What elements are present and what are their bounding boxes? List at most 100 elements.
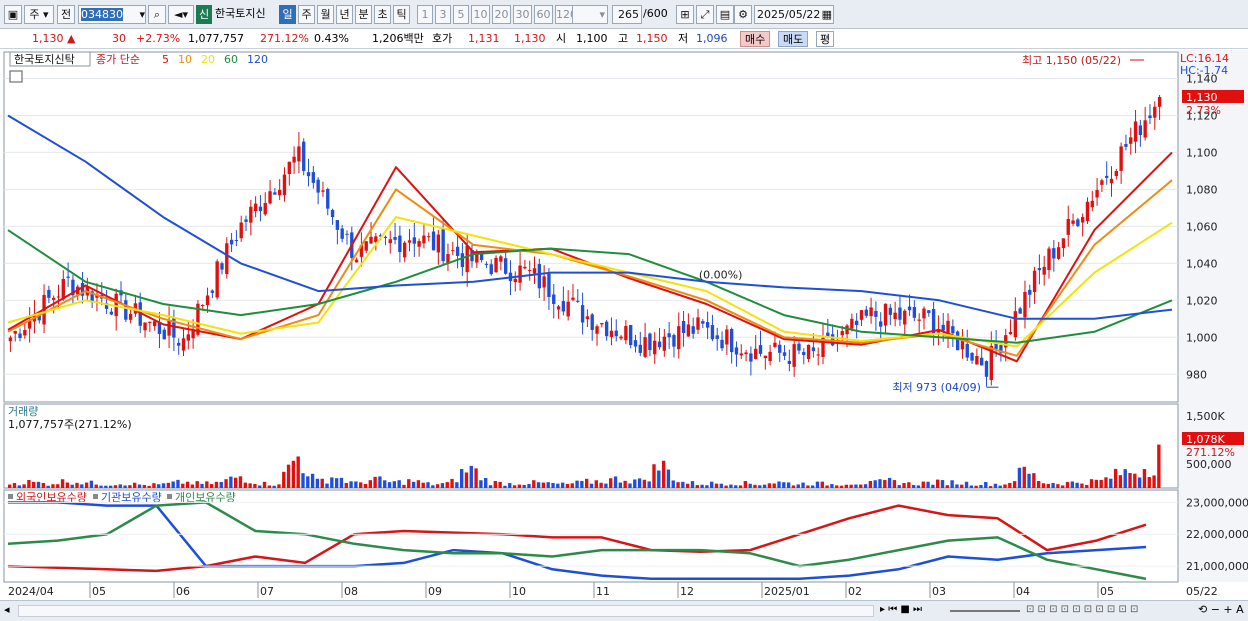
volume-bar: [1157, 444, 1161, 488]
zoom-slider[interactable]: [950, 610, 1020, 612]
playback-controls[interactable]: ▸ ⏮ ■ ⏭: [880, 602, 922, 618]
interval-button-20[interactable]: 20: [492, 5, 511, 24]
volume-bar: [835, 485, 839, 488]
interval-button-1[interactable]: 1: [417, 5, 433, 24]
candle-body: [619, 336, 623, 339]
market-select[interactable]: 주 ▾: [24, 5, 54, 24]
prefix-button[interactable]: 전: [57, 5, 75, 24]
candle-body: [970, 353, 974, 361]
candle-body: [763, 355, 767, 359]
average-button[interactable]: 평: [816, 31, 835, 47]
stock-chart-svg[interactable]: 9801,0001,0201,0401,0601,0801,1001,1201,…: [0, 50, 1248, 600]
candle-body: [1124, 144, 1128, 147]
candle-body: [1095, 190, 1099, 198]
candle-body: [465, 245, 469, 273]
scroll-track[interactable]: [18, 605, 874, 617]
scroll-left-icon[interactable]: ◂: [4, 602, 10, 618]
candle-body: [1105, 175, 1109, 178]
candle-body: [1090, 200, 1094, 208]
interval-select[interactable]: ▾: [572, 5, 608, 24]
count-input[interactable]: 265: [612, 5, 642, 24]
month-label: 04: [1016, 585, 1030, 598]
candle-body: [66, 276, 70, 278]
period-tab-4[interactable]: 분: [355, 5, 372, 24]
gear-icon[interactable]: ⚙: [734, 5, 752, 24]
candle-body: [229, 239, 234, 245]
candle-body: [56, 296, 61, 298]
candle-body: [124, 300, 128, 320]
volume-bar: [642, 479, 647, 488]
drawing-tools[interactable]: ⊡ ⊡ ⊡ ⊡ ⊡ ⊡ ⊡ ⊡ ⊡ ⊡: [1026, 602, 1138, 618]
volume-bar: [1137, 477, 1142, 488]
volume-bar: [565, 483, 570, 488]
volume-bar: [407, 479, 411, 488]
interval-button-10[interactable]: 10: [471, 5, 490, 24]
candle-body: [1100, 180, 1104, 185]
volume-bar: [51, 484, 55, 488]
save-icon[interactable]: ▤: [716, 5, 734, 24]
period-tab-1[interactable]: 주: [298, 5, 315, 24]
sell-button[interactable]: 매도: [778, 31, 809, 47]
volume-bar: [315, 478, 320, 488]
candle-body: [744, 352, 748, 355]
volume-bar: [296, 456, 300, 488]
candle-body: [503, 258, 508, 274]
candle-body: [330, 209, 335, 218]
date-end-label: 05/22: [1186, 585, 1218, 598]
volume-bar: [368, 480, 372, 488]
high-label: 고: [618, 32, 629, 45]
volume-bar: [517, 484, 522, 488]
grid-icon[interactable]: ⊞: [676, 5, 694, 24]
volume-bar: [60, 479, 65, 488]
candle-body: [1109, 178, 1114, 184]
current-price: 1,130 ▲: [32, 32, 76, 45]
buy-button[interactable]: 매수: [740, 31, 771, 47]
zoom-controls[interactable]: ⟲ − + A: [1198, 602, 1244, 618]
period-tab-5[interactable]: 초: [374, 5, 391, 24]
candle-body: [984, 361, 989, 377]
interval-button-30[interactable]: 30: [513, 5, 532, 24]
volume-bar: [113, 485, 118, 488]
volume-bar: [734, 485, 738, 488]
volume-bar: [1085, 484, 1089, 488]
chart-area[interactable]: 980 1,000 1,020 1,040 1,060 1,080 1,100 1,120 1,…: [0, 50, 1248, 600]
candle-body: [234, 240, 239, 242]
speaker-icon[interactable]: ◄▾: [168, 5, 194, 24]
candle-body: [778, 344, 782, 353]
volume-bar: [772, 483, 776, 488]
period-tab-2[interactable]: 월: [317, 5, 334, 24]
date-input[interactable]: 2025/05/22 ▦: [754, 5, 834, 24]
interval-button-5[interactable]: 5: [453, 5, 469, 24]
period-tab-0[interactable]: 일: [279, 5, 296, 24]
mid-marker-label: (0.00%): [699, 268, 743, 281]
candle-body: [854, 320, 859, 326]
volume-bar: [700, 484, 704, 488]
volume-bar: [214, 481, 219, 488]
interval-button-3[interactable]: 3: [435, 5, 451, 24]
volume-bar: [474, 468, 478, 488]
volume-bar: [863, 484, 868, 488]
holdings-legend-marker: [8, 494, 13, 499]
volume-bar: [887, 477, 892, 488]
trend-icon[interactable]: ⤢: [696, 5, 714, 24]
layout-icon[interactable]: ▣: [4, 5, 22, 24]
volume-bar: [690, 481, 695, 488]
stock-code-input[interactable]: 034830 ▾: [78, 5, 146, 24]
volume-bar: [931, 484, 935, 488]
scroll-bar[interactable]: ◂ ▸ ⏮ ■ ⏭ ⊡ ⊡ ⊡ ⊡ ⊡ ⊡ ⊡ ⊡ ⊡ ⊡ ⟲ − + A: [0, 600, 1248, 621]
candle-body: [383, 236, 388, 238]
volume-bar: [815, 481, 820, 488]
period-tab-3[interactable]: 년: [336, 5, 353, 24]
volume-bar: [825, 485, 829, 488]
candle-body: [917, 319, 921, 321]
last-price-label: 1,130: [1186, 91, 1218, 104]
search-icon[interactable]: ⌕: [148, 5, 166, 24]
interval-button-60[interactable]: 60: [534, 5, 553, 24]
period-tab-6[interactable]: 틱: [393, 5, 410, 24]
candle-body: [590, 314, 594, 330]
volume-bar: [402, 484, 406, 488]
volume-bar: [599, 482, 603, 488]
volume-bar: [676, 482, 680, 488]
calendar-icon[interactable]: ▦: [822, 6, 833, 23]
candle-body: [879, 321, 883, 327]
